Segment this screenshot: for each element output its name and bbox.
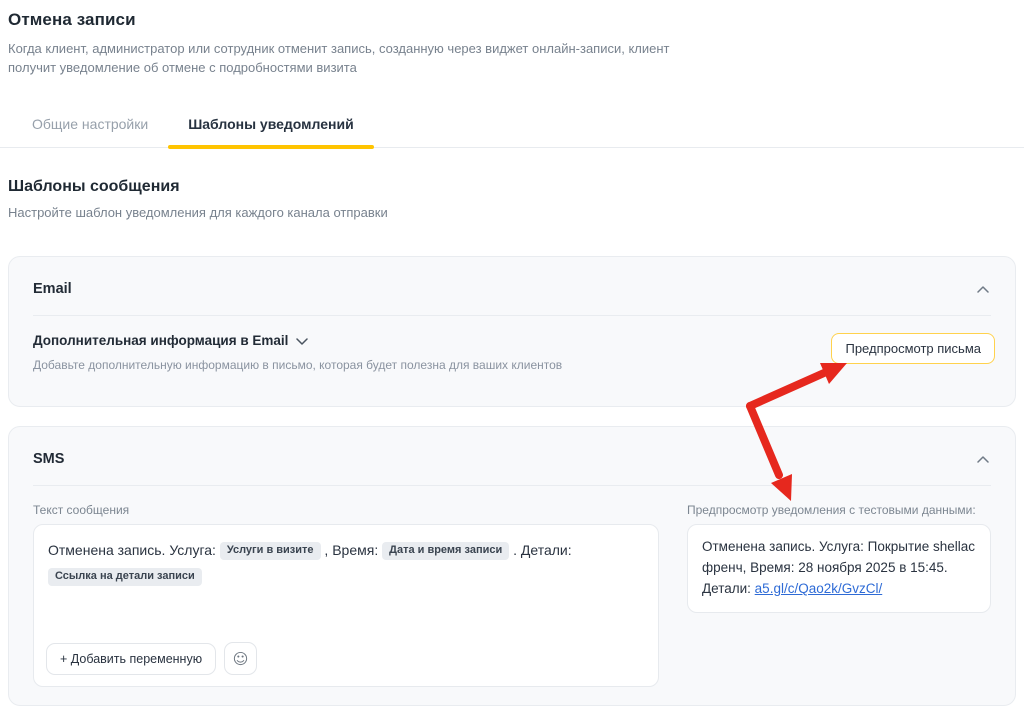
add-variable-button[interactable]: + Добавить переменную xyxy=(46,643,216,675)
email-extra-info-label: Дополнительная информация в Email xyxy=(33,333,288,348)
templates-section-subtitle: Настройте шаблон уведомления для каждого… xyxy=(8,205,388,220)
email-card: Email Дополнительная информация в Email … xyxy=(8,256,1016,407)
sms-card: SMS Текст сообщения Отменена запись. Усл… xyxy=(8,426,1016,706)
tab-bar: Общие настройки Шаблоны уведомлений xyxy=(0,110,1024,148)
templates-section-heading: Шаблоны сообщения Настройте шаблон уведо… xyxy=(8,178,388,220)
sms-card-title: SMS xyxy=(33,451,64,467)
sms-preview-label: Предпросмотр уведомления с тестовыми дан… xyxy=(687,503,991,517)
sms-message-label: Текст сообщения xyxy=(33,503,659,517)
chevron-down-icon xyxy=(296,333,308,348)
sms-template-text: . Детали: xyxy=(513,542,572,558)
chevron-up-icon xyxy=(977,451,989,466)
page-header: Отмена записи Когда клиент, администрато… xyxy=(8,10,728,77)
sms-preview-box: Отменена запись. Услуга: Покрытие shella… xyxy=(687,524,991,613)
tab-notification-templates[interactable]: Шаблоны уведомлений xyxy=(168,110,373,147)
sms-card-header[interactable]: SMS xyxy=(9,427,1015,485)
email-card-body: Дополнительная информация в Email Добавь… xyxy=(9,316,1015,372)
sms-editor-actions: + Добавить переменную ☺ xyxy=(46,642,257,675)
email-card-title: Email xyxy=(33,281,72,297)
sms-message-editor[interactable]: Отменена запись. Услуга: Услуги в визите… xyxy=(33,524,659,687)
variable-chip-details-link[interactable]: Ссылка на детали записи xyxy=(48,568,202,586)
sms-template-text: Отменена запись. Услуга: xyxy=(48,542,216,558)
sms-preview-column: Предпросмотр уведомления с тестовыми дан… xyxy=(687,503,991,687)
variable-chip-service[interactable]: Услуги в визите xyxy=(220,542,321,560)
variable-chip-datetime[interactable]: Дата и время записи xyxy=(382,542,509,560)
sms-message-column: Текст сообщения Отменена запись. Услуга:… xyxy=(33,503,659,687)
sms-collapse-button[interactable] xyxy=(975,449,991,468)
email-extra-info-toggle[interactable]: Дополнительная информация в Email xyxy=(33,333,562,348)
page-subtitle: Когда клиент, администратор или сотрудни… xyxy=(8,39,698,77)
email-extra-info-description: Добавьте дополнительную информацию в пис… xyxy=(33,358,562,372)
chevron-up-icon xyxy=(977,281,989,296)
notification-settings-page: Отмена записи Когда клиент, администрато… xyxy=(0,0,1024,718)
sms-preview-details-link[interactable]: a5.gl/c/Qao2k/GvzCl/ xyxy=(755,581,883,596)
email-preview-button[interactable]: Предпросмотр письма xyxy=(831,333,995,364)
smiley-icon: ☺ xyxy=(233,650,249,668)
emoji-picker-button[interactable]: ☺ xyxy=(224,642,257,675)
email-extra-info-block: Дополнительная информация в Email Добавь… xyxy=(33,333,562,372)
templates-section-title: Шаблоны сообщения xyxy=(8,178,388,196)
page-title: Отмена записи xyxy=(8,10,728,30)
sms-card-body: Текст сообщения Отменена запись. Услуга:… xyxy=(9,486,1015,687)
email-collapse-button[interactable] xyxy=(975,279,991,298)
sms-template-text: , Время: xyxy=(324,542,378,558)
email-card-header[interactable]: Email xyxy=(9,257,1015,315)
tab-general-settings[interactable]: Общие настройки xyxy=(12,110,168,147)
